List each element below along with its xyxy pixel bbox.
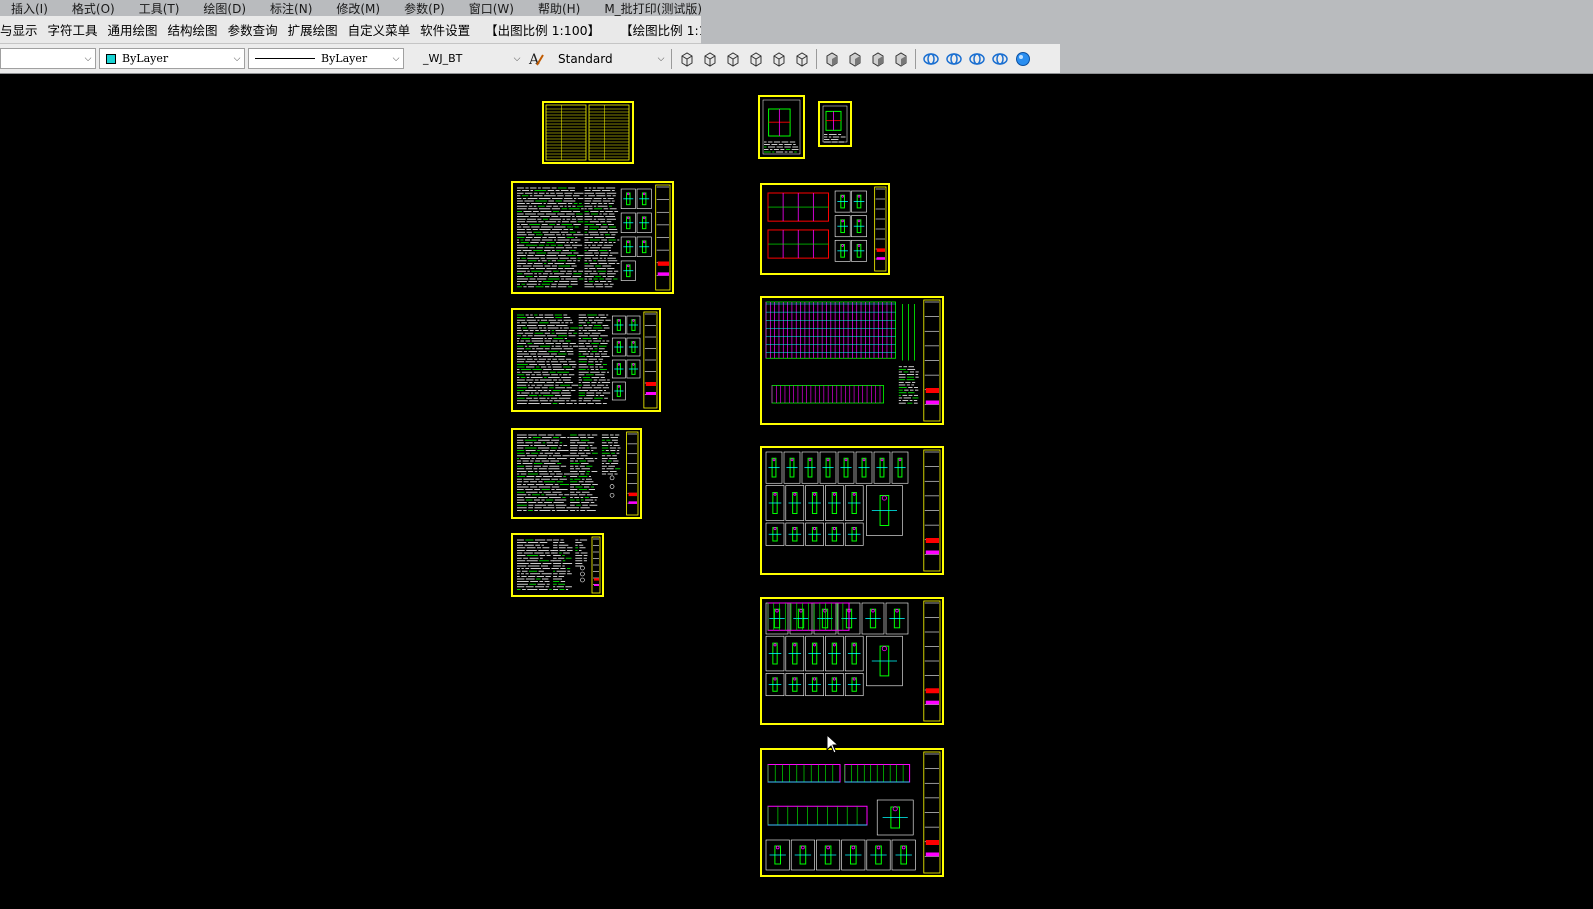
output-scale-button[interactable]: 【出图比例 1:100】 [475,20,610,39]
shade-icon[interactable] [821,48,843,70]
sheet-content [545,104,630,161]
menu-draw[interactable]: 绘图(D) [191,0,258,16]
menu-help[interactable]: 帮助(H) [526,0,592,16]
color-swatch [106,53,116,64]
drawing-sheet-4[interactable] [511,428,642,519]
custom-menu-extended-draw[interactable]: 扩展绘图 [283,20,343,39]
linetype-preview [255,58,315,59]
sheet-content [822,105,848,143]
drawing-sheet-8[interactable] [760,183,890,275]
menu-tools[interactable]: 工具(T) [127,0,192,16]
sheet-content [765,449,941,572]
view-cube-icon[interactable] [676,48,698,70]
sheet-content [517,431,639,516]
sheet-content [762,99,801,155]
sheet-content [765,751,941,874]
toolbar-separator [915,48,916,69]
sheet-content [517,184,671,291]
menu-parameters[interactable]: 参数(P) [392,0,457,16]
chevron-down-icon: ⌵ [84,53,92,64]
shade-icon[interactable] [844,48,866,70]
drawing-sheet-12[interactable] [760,748,944,877]
drawing-sheet-11[interactable] [760,597,944,725]
mouse-pointer-icon [826,734,840,754]
menu-dimension[interactable]: 标注(N) [258,0,324,16]
view-cube-icon[interactable] [745,48,767,70]
layer-dropdown[interactable]: ⌵ [0,48,96,69]
sheet-content [767,186,887,272]
shade-icon[interactable] [890,48,912,70]
sheet-content [765,299,941,422]
drawing-sheet-2[interactable] [511,181,674,294]
orbit-icon[interactable] [989,48,1011,70]
toolbar-dock-empty [701,16,1593,44]
chevron-down-icon: ⌵ [513,53,521,64]
drawing-sheet-10[interactable] [760,446,944,575]
linetype-value: ByLayer [321,52,368,65]
orbit-icon[interactable] [966,48,988,70]
menu-batch-print[interactable]: M_批打印(测试版) [592,0,714,16]
color-value: ByLayer [122,52,169,65]
dim-style-value: Standard [558,51,613,66]
menu-window[interactable]: 窗口(W) [457,0,526,16]
sheet-content [765,600,941,722]
custom-menu-display[interactable]: 与显示 [0,20,43,39]
svg-text:A: A [528,52,540,68]
view-cube-icon[interactable] [722,48,744,70]
menu-insert[interactable]: 插入(I) [0,0,60,16]
menu-format[interactable]: 格式(O) [60,0,127,16]
custom-menu-param-query[interactable]: 参数查询 [223,20,283,39]
cad-application-window: 插入(I) 格式(O) 工具(T) 绘图(D) 标注(N) 修改(M) 参数(P… [0,0,1593,909]
chevron-down-icon: ⌵ [233,53,241,64]
color-dropdown[interactable]: ByLayer ⌵ [99,48,245,69]
drawing-sheet-7[interactable] [818,101,852,147]
draw-scale-button[interactable]: 【绘图比例 1:100】 [610,20,701,39]
view-tools-strip [675,48,1034,70]
menu-bar: 插入(I) 格式(O) 工具(T) 绘图(D) 标注(N) 修改(M) 参数(P… [0,0,1593,16]
drawing-canvas[interactable] [0,75,1593,909]
view-cube-icon[interactable] [791,48,813,70]
chevron-down-icon: ⌵ [392,53,400,64]
drawing-sheet-1[interactable] [542,101,634,164]
drawing-sheet-6[interactable] [758,95,805,159]
view-cube-icon[interactable] [699,48,721,70]
sheet-content [517,536,601,594]
chevron-down-icon: ⌵ [657,53,665,64]
dim-style-dropdown[interactable]: Standard ⌵ [550,48,668,69]
custom-menu-structure-draw[interactable]: 结构绘图 [163,20,223,39]
custom-menu-general-draw[interactable]: 通用绘图 [103,20,163,39]
text-style-manager-icon[interactable]: A [525,48,547,70]
properties-toolbar: ⌵ ByLayer ⌵ ByLayer ⌵ _WJ_BT ⌵ A Standar… [0,44,1593,74]
toolbar-separator [816,48,817,69]
text-style-value: _WJ_BT [423,52,463,65]
toolbar-separator [671,48,672,69]
custom-menu-user-defined[interactable]: 自定义菜单 [343,20,416,39]
custom-menu-text-tools[interactable]: 字符工具 [43,20,103,39]
menu-modify[interactable]: 修改(M) [324,0,392,16]
text-style-dropdown[interactable]: _WJ_BT ⌵ [407,48,524,69]
view-cube-icon[interactable] [768,48,790,70]
custom-menu-bar: 与显示 字符工具 通用绘图 结构绘图 参数查询 扩展绘图 自定义菜单 软件设置 … [0,16,701,44]
sheet-content [517,311,658,409]
shade-icon[interactable] [867,48,889,70]
drawing-sheet-3[interactable] [511,308,661,412]
render-sphere-icon[interactable] [1012,48,1034,70]
linetype-dropdown[interactable]: ByLayer ⌵ [248,48,404,69]
orbit-icon[interactable] [920,48,942,70]
orbit-icon[interactable] [943,48,965,70]
drawing-sheet-9[interactable] [760,296,944,425]
custom-menu-settings[interactable]: 软件设置 [415,20,475,39]
drawing-sheet-5[interactable] [511,533,604,597]
